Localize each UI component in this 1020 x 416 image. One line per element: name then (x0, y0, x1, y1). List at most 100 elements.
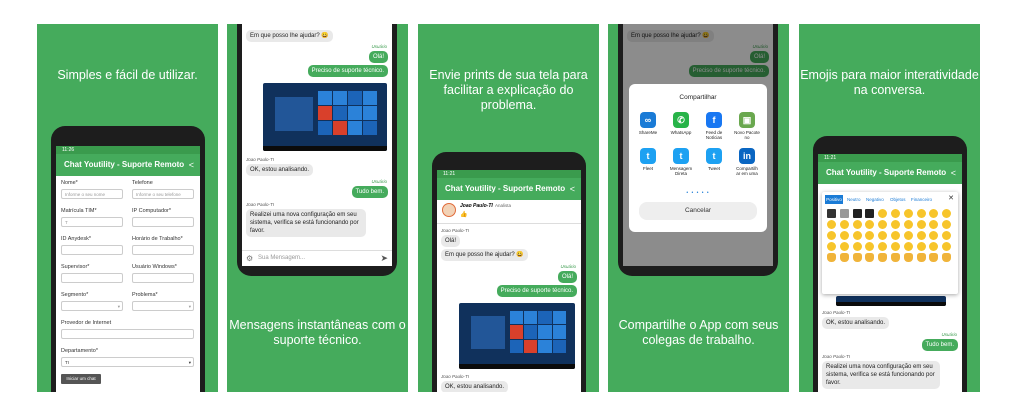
thumbs-up-icon[interactable]: 👍 (460, 211, 467, 218)
hand-emoji[interactable] (942, 253, 952, 262)
share-option-novo-pacote[interactable]: ▣ Novo Pacote no (734, 112, 760, 140)
emoji-item[interactable] (942, 242, 952, 251)
share-icon[interactable]: < (570, 178, 575, 200)
share-option-linkedin[interactable]: in Compartilh ar em uma (734, 148, 760, 176)
emoji-tab-negativo[interactable]: Negativo (866, 195, 884, 204)
hand-emoji[interactable] (916, 253, 926, 262)
send-icon[interactable]: ➤ (380, 253, 388, 264)
emoji-tab-objetos[interactable]: Objetos (890, 195, 906, 204)
emoji-item[interactable] (929, 220, 939, 229)
emoji-item[interactable] (929, 242, 939, 251)
close-icon[interactable]: ✕ (948, 194, 954, 202)
share-option-fleet[interactable]: t Fleet (635, 148, 661, 171)
emoji-item[interactable] (942, 220, 952, 229)
emoji-item[interactable] (903, 209, 913, 218)
app-bar: Chat Youtility - Suporte Remoto < (56, 154, 200, 176)
emoji-item[interactable] (942, 231, 952, 240)
emoji-item[interactable] (865, 231, 875, 240)
hand-emoji[interactable] (852, 253, 862, 262)
emoji-item[interactable] (891, 231, 900, 240)
provedor-input[interactable] (61, 329, 194, 339)
anydesk-input[interactable] (61, 245, 123, 255)
emoji-item[interactable] (903, 242, 913, 251)
share-option-facebook-feed[interactable]: f Feed de Notícias (701, 112, 727, 140)
emoji-item[interactable] (852, 231, 862, 240)
departamento-select[interactable]: TI ▾ (61, 357, 194, 367)
gear-icon[interactable]: ⚙ (246, 254, 253, 263)
ip-input[interactable] (132, 217, 194, 227)
share-option-whatsapp[interactable]: ✆ WhatsApp (668, 112, 694, 135)
emoji-item[interactable] (916, 231, 926, 240)
emoji-item[interactable] (852, 220, 862, 229)
usuario-input[interactable] (132, 273, 194, 283)
hand-emoji[interactable] (839, 253, 849, 262)
problema-select[interactable]: ▾ (132, 301, 194, 311)
emoji-item[interactable] (891, 242, 900, 251)
emoji-item[interactable] (839, 242, 849, 251)
emoji-item[interactable] (827, 242, 836, 251)
emoji-item[interactable] (891, 209, 900, 218)
phone-screen: 11:21 Chat Youtility - Suporte Remoto < … (437, 170, 581, 392)
start-chat-button[interactable]: Iniciar um chat (61, 374, 101, 384)
hand-emoji[interactable] (891, 253, 900, 262)
emoji-item[interactable] (878, 220, 888, 229)
emoji-item[interactable] (916, 242, 926, 251)
agent-header: Joao Paulo-TI Analista 👍 (437, 200, 581, 224)
share-option-tweet[interactable]: t Tweet (701, 148, 727, 171)
emoji-item[interactable] (865, 209, 875, 218)
hand-emoji[interactable] (878, 253, 888, 262)
emoji-item[interactable] (827, 231, 836, 240)
emoji-item[interactable] (852, 242, 862, 251)
emoji-item[interactable] (865, 242, 875, 251)
segmento-select[interactable]: ▾ (61, 301, 123, 311)
supervisor-label: Supervisor* (61, 264, 90, 270)
problema-label: Problema* (132, 292, 158, 298)
status-bar: 11:21 (818, 154, 962, 162)
hand-emoji[interactable] (903, 253, 913, 262)
matricula-input[interactable]: T (61, 217, 123, 227)
emoji-item[interactable] (916, 220, 926, 229)
emoji-item[interactable] (903, 231, 913, 240)
emoji-tab-neutro[interactable]: Neutro (847, 195, 861, 204)
emoji-item[interactable] (852, 209, 862, 218)
emoji-item[interactable] (878, 242, 888, 251)
telefone-input[interactable]: Informe o seu telefone (132, 189, 194, 199)
screenshot-image[interactable] (459, 303, 575, 369)
message-input[interactable]: Sua Mensagem... (258, 255, 305, 261)
chat-message: Olá! (368, 51, 388, 63)
emoji-tab-positivo[interactable]: Positivo (825, 195, 843, 204)
hand-emoji[interactable] (827, 253, 836, 262)
emoji-tab-financeiro[interactable]: Financeiro (911, 195, 932, 204)
emoji-item[interactable] (865, 220, 875, 229)
nome-input[interactable]: Informe o seu nome (61, 189, 123, 199)
emoji-item[interactable] (916, 209, 926, 218)
share-icon[interactable]: < (951, 162, 956, 184)
sender-tag: Usuário (941, 332, 957, 337)
screenshot-image[interactable] (836, 296, 946, 306)
hand-emoji[interactable] (929, 253, 939, 262)
emoji-item[interactable] (942, 209, 952, 218)
emoji-item[interactable] (827, 220, 836, 229)
share-option-direct-message[interactable]: t Mensagem Direta (668, 148, 694, 176)
emoji-item[interactable] (903, 220, 913, 229)
sender-tag: Joao Paulo-TI (246, 157, 275, 162)
hand-emoji[interactable] (865, 253, 875, 262)
emoji-item[interactable] (839, 209, 849, 218)
emoji-item[interactable] (929, 231, 939, 240)
screenshot-image[interactable] (263, 83, 387, 151)
supervisor-input[interactable] (61, 273, 123, 283)
chat-message: Em que posso lhe ajudar? 😀 (441, 249, 528, 261)
emoji-item[interactable] (839, 231, 849, 240)
emoji-item[interactable] (878, 209, 888, 218)
emoji-item[interactable] (929, 209, 939, 218)
cancel-button[interactable]: Cancelar (639, 202, 757, 220)
anydesk-label: ID Anydesk* (61, 236, 91, 242)
emoji-item[interactable] (878, 231, 888, 240)
share-option-shareme[interactable]: ∞ ShareMe (635, 112, 661, 135)
emoji-item[interactable] (839, 220, 849, 229)
share-icon[interactable]: < (189, 154, 194, 176)
emoji-item[interactable] (891, 220, 900, 229)
emoji-item[interactable] (827, 209, 836, 218)
sender-tag: Usuário (371, 44, 387, 49)
horario-input[interactable] (132, 245, 194, 255)
